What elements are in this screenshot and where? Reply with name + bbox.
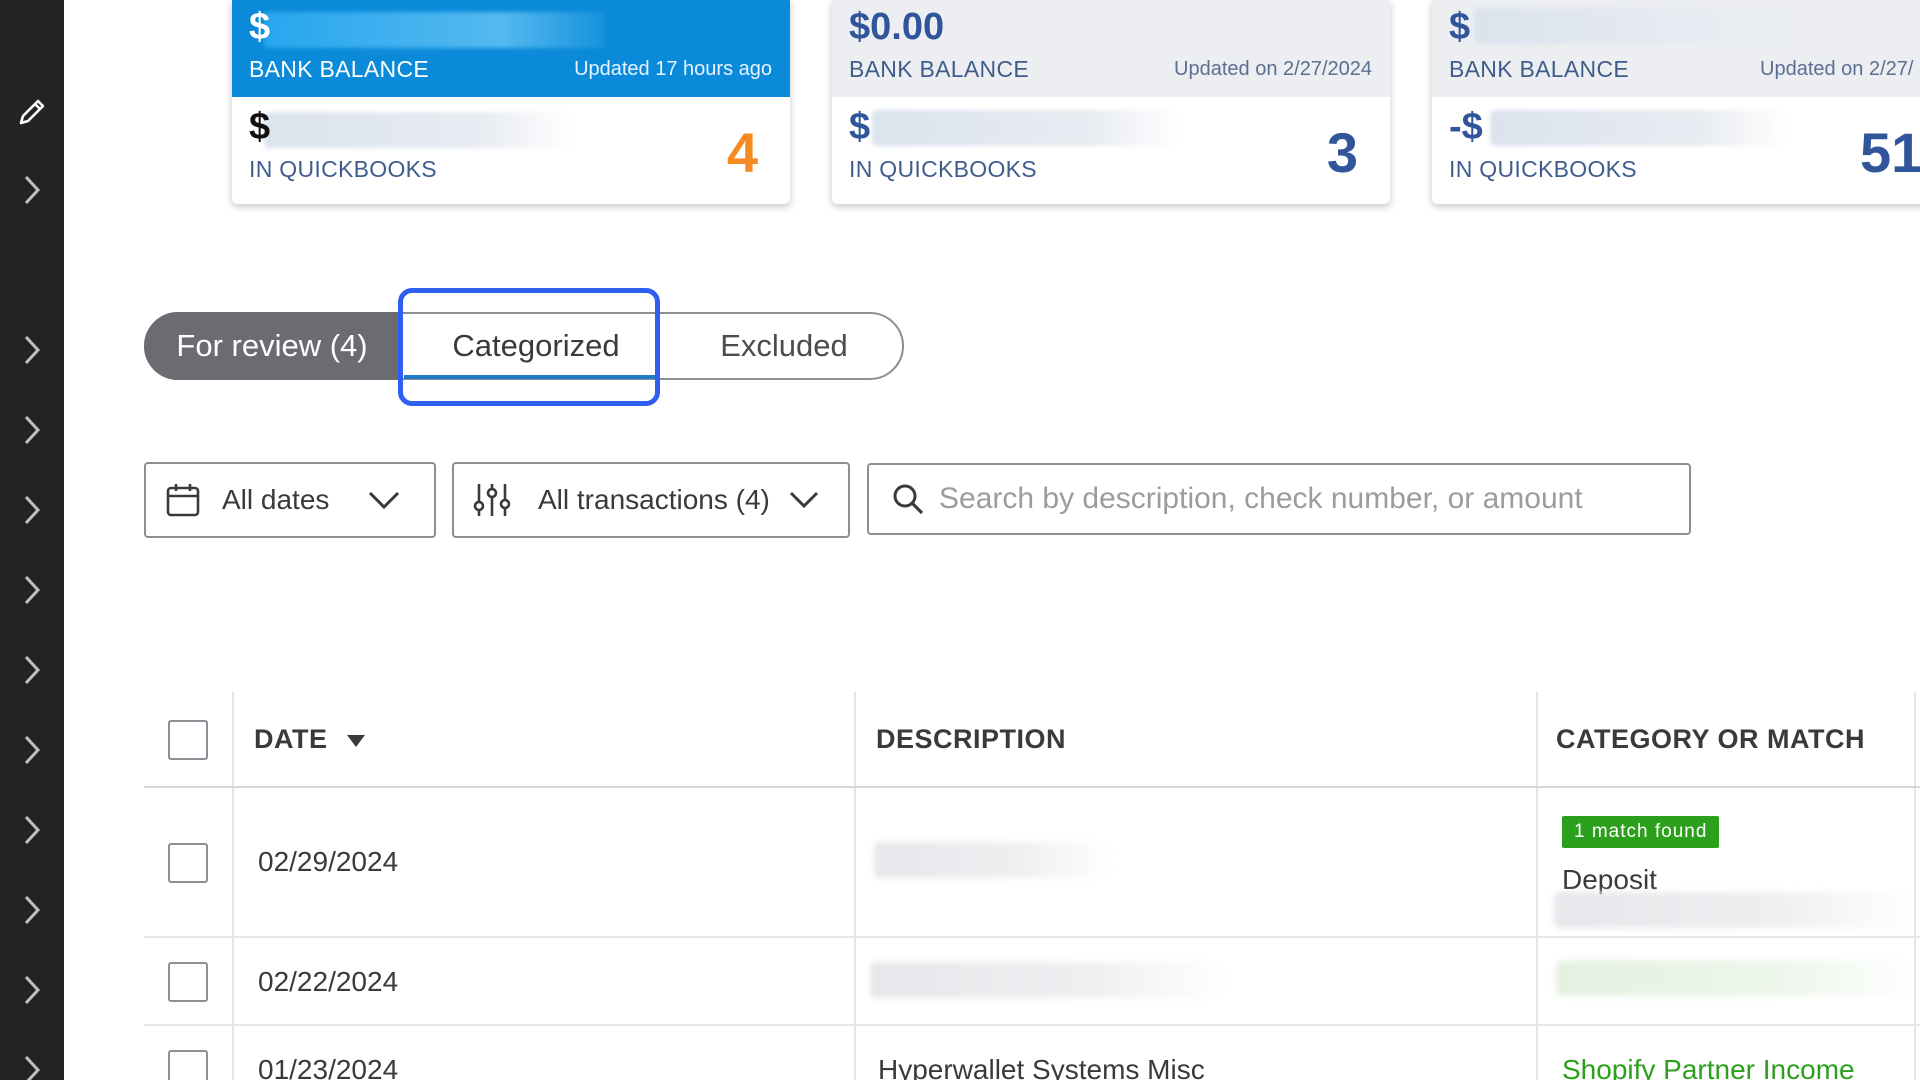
sliders-icon <box>472 480 512 520</box>
bank-balance-amount: $0.00 <box>849 6 945 48</box>
table-row[interactable]: 01/23/2024 Hyperwallet Systems Misc Shop… <box>144 1026 1920 1080</box>
chevron-right-icon[interactable] <box>14 652 50 688</box>
chevron-right-icon[interactable] <box>14 812 50 848</box>
quickbooks-amount: $ <box>849 106 871 148</box>
chevron-right-icon[interactable] <box>14 412 50 448</box>
redacted-description <box>870 962 1230 998</box>
chevron-right-icon[interactable] <box>14 172 50 208</box>
transaction-search[interactable] <box>867 463 1691 535</box>
quickbooks-label: IN QUICKBOOKS <box>1449 156 1637 182</box>
bank-balance-amount: $ <box>249 6 271 48</box>
transactions-filter-value: All transactions (4) <box>538 484 770 515</box>
chevron-right-icon[interactable] <box>14 332 50 368</box>
date-filter-value: All dates <box>222 484 330 515</box>
redacted-amount <box>872 110 1182 146</box>
card-balance-section: $ BANK BALANCE Updated on 2/27/ <box>1432 0 1920 97</box>
redacted-amount <box>264 12 604 48</box>
row-checkbox[interactable] <box>168 962 208 1002</box>
chevron-right-icon[interactable] <box>14 972 50 1008</box>
review-tabs: For review (4) Categorized Excluded <box>144 312 904 380</box>
redacted-description <box>874 842 1114 878</box>
table-header: DATE DESCRIPTION CATEGORY OR MATCH <box>144 692 1920 788</box>
row-date: 01/23/2024 <box>258 1054 399 1080</box>
row-checkbox[interactable] <box>168 1050 208 1080</box>
chevron-right-icon[interactable] <box>14 492 50 528</box>
quickbooks-label: IN QUICKBOOKS <box>249 156 437 182</box>
chevron-right-icon[interactable] <box>14 892 50 928</box>
left-rail <box>0 0 64 1080</box>
transactions-table: DATE DESCRIPTION CATEGORY OR MATCH 02/29… <box>144 692 1920 1080</box>
tab-excluded[interactable]: Excluded <box>666 312 902 380</box>
card-balance-section: $0.00 BANK BALANCE Updated on 2/27/2024 <box>832 0 1390 97</box>
pending-count: 4 <box>726 121 758 184</box>
updated-time: Updated 17 hours ago <box>574 58 772 80</box>
search-input[interactable] <box>939 482 1679 516</box>
chevron-right-icon[interactable] <box>14 1052 50 1080</box>
tab-categorized[interactable]: Categorized <box>410 312 662 380</box>
calendar-icon <box>164 481 202 519</box>
date-filter-dropdown[interactable]: All dates <box>144 462 436 538</box>
row-date: 02/29/2024 <box>258 846 399 877</box>
chevron-down-icon <box>367 490 401 510</box>
date-column-header[interactable]: DATE <box>254 724 328 755</box>
redacted-category-detail <box>1554 892 1920 928</box>
category-column-header[interactable]: CATEGORY OR MATCH <box>1556 724 1865 755</box>
card-balance-section: $ BANK BALANCE Updated 17 hours ago <box>232 0 790 97</box>
redacted-amount <box>264 112 574 148</box>
table-row[interactable]: 02/22/2024 <box>144 938 1920 1026</box>
table-row[interactable]: 02/29/2024 1 match found Deposit <box>144 788 1920 938</box>
redacted-category <box>1556 960 1920 996</box>
bank-balance-label: BANK BALANCE <box>849 56 1029 82</box>
bank-balance-amount: $ <box>1449 6 1471 48</box>
active-tab-indicator <box>404 375 656 379</box>
bank-balance-label: BANK BALANCE <box>249 56 429 82</box>
search-icon <box>891 482 925 516</box>
match-found-badge[interactable]: 1 match found <box>1562 816 1720 848</box>
chevron-right-icon[interactable] <box>14 572 50 608</box>
select-all-checkbox[interactable] <box>168 720 208 760</box>
sort-down-icon[interactable] <box>346 734 366 748</box>
pencil-icon[interactable] <box>14 94 50 130</box>
quickbooks-label: IN QUICKBOOKS <box>849 156 1037 182</box>
quickbooks-amount: $ <box>249 106 271 148</box>
redacted-amount <box>1490 110 1790 146</box>
pending-count: 3 <box>1326 121 1358 184</box>
chevron-right-icon[interactable] <box>14 732 50 768</box>
chevron-down-icon <box>788 490 820 510</box>
bank-account-card[interactable]: $ BANK BALANCE Updated on 2/27/ -$ IN QU… <box>1432 0 1920 204</box>
row-date: 02/22/2024 <box>258 966 399 997</box>
description-column-header[interactable]: DESCRIPTION <box>876 724 1066 755</box>
updated-time: Updated on 2/27/2024 <box>1174 58 1372 80</box>
pending-count: 51 <box>1860 121 1920 184</box>
transactions-filter-dropdown[interactable]: All transactions (4) <box>452 462 850 538</box>
redacted-amount <box>1474 8 1804 44</box>
bank-balance-label: BANK BALANCE <box>1449 56 1629 82</box>
row-category-link[interactable]: Shopify Partner Income <box>1562 1054 1855 1080</box>
row-description: Hyperwallet Systems Misc <box>878 1054 1205 1080</box>
updated-time: Updated on 2/27/ <box>1760 58 1914 80</box>
bank-account-card[interactable]: $ BANK BALANCE Updated 17 hours ago $ IN… <box>232 0 790 204</box>
tab-for-review[interactable]: For review (4) <box>144 312 400 380</box>
row-checkbox[interactable] <box>168 843 208 883</box>
quickbooks-amount: -$ <box>1449 106 1483 148</box>
bank-account-card[interactable]: $0.00 BANK BALANCE Updated on 2/27/2024 … <box>832 0 1390 204</box>
banking-page: $ BANK BALANCE Updated 17 hours ago $ IN… <box>0 0 1920 1080</box>
